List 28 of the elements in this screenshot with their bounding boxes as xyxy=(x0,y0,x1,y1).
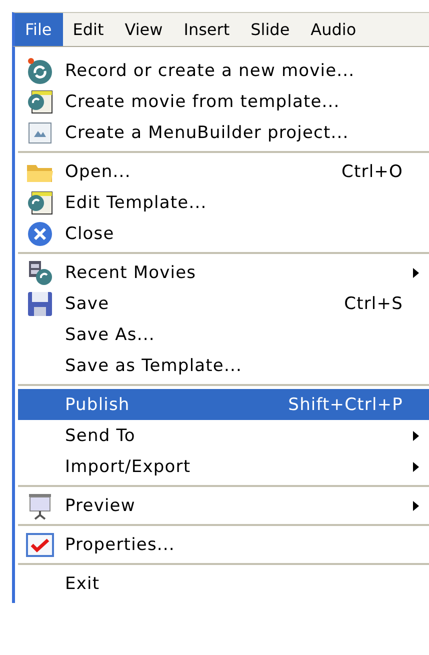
menu-item[interactable]: Save Ctrl+S xyxy=(18,288,429,319)
menu-bar-item[interactable]: Slide xyxy=(240,13,301,46)
menu-item[interactable]: Save as Template... xyxy=(18,350,429,381)
menu-bar-item[interactable]: Edit xyxy=(62,13,115,46)
menu-item[interactable]: Publish Shift+Ctrl+P xyxy=(18,389,429,420)
menu-item[interactable]: Create movie from template... xyxy=(18,86,429,117)
menu-item[interactable]: Preview xyxy=(18,490,429,521)
menu-item[interactable]: Close xyxy=(18,218,429,249)
menu-bar-item[interactable]: File xyxy=(15,13,63,46)
projector-screen-icon xyxy=(27,492,53,520)
menu-item[interactable]: Exit xyxy=(18,568,429,599)
menu-item[interactable]: Properties... xyxy=(18,529,429,560)
menu-item[interactable]: Send To xyxy=(18,420,429,451)
menu-item[interactable]: Save As... xyxy=(18,319,429,350)
template-icon xyxy=(26,88,54,114)
menu-item[interactable]: Record or create a new movie... xyxy=(18,55,429,86)
film-icon xyxy=(26,258,54,286)
menu-bar-item[interactable]: View xyxy=(114,13,174,46)
menu-bar-item[interactable]: Audio xyxy=(300,13,368,46)
template-icon xyxy=(26,190,54,216)
checkmark-icon xyxy=(26,532,54,556)
menu-item[interactable]: Open... Ctrl+O xyxy=(18,156,429,187)
menu-item[interactable]: Edit Template... xyxy=(18,187,429,218)
menu-item[interactable]: Import/Export xyxy=(18,451,429,482)
menu-item[interactable]: Recent Movies xyxy=(18,257,429,288)
menu-bar-item[interactable]: Insert xyxy=(174,13,241,46)
menu-item[interactable]: Create a MenuBuilder project... xyxy=(18,117,429,148)
close-icon xyxy=(26,220,54,248)
